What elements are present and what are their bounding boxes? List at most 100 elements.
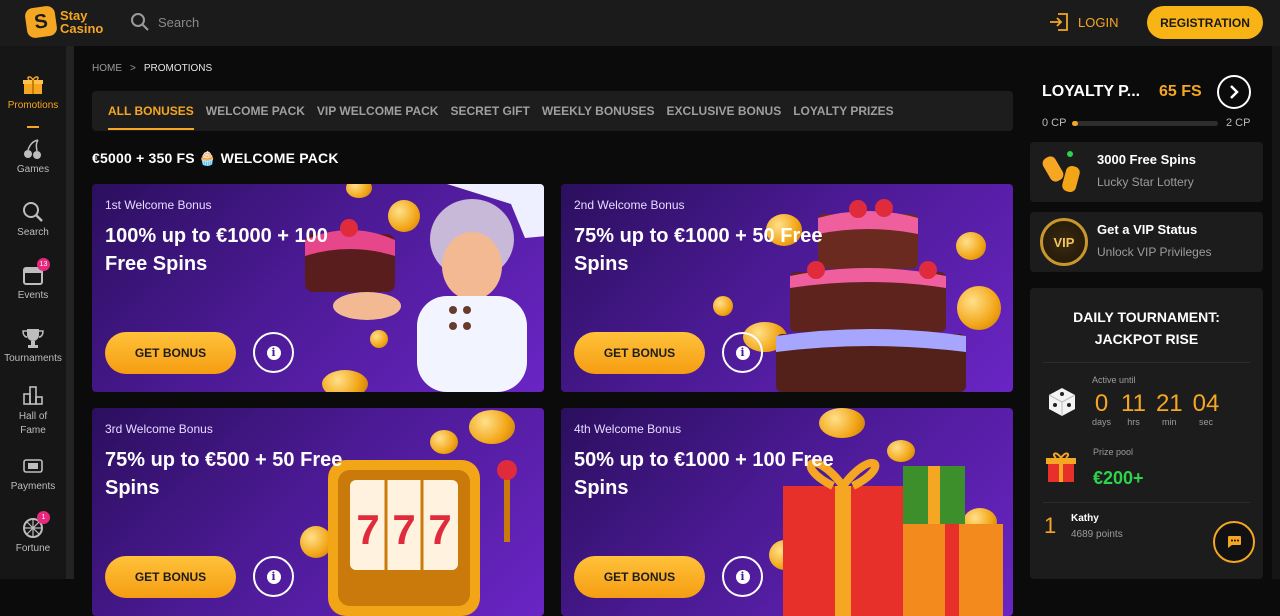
logo[interactable]: S Stay Casino [24,5,104,39]
info-icon: i [266,569,281,584]
search-icon [131,13,149,31]
get-bonus-button[interactable]: GET BONUS [574,556,705,598]
bonus-card-4: 4th Welcome Bonus 50% up to €1000 + 100 … [561,408,1013,616]
promo-title: 3000 Free Spins [1097,152,1196,167]
sidebar-item-tournaments[interactable]: Tournaments [0,327,66,364]
chat-icon [1228,536,1241,548]
prize-pool-label: Prize pool [1093,447,1134,457]
sidebar-item-promotions[interactable]: Promotions [0,74,66,111]
slot-reel-2: 7 [392,506,415,553]
get-bonus-button[interactable]: GET BONUS [574,332,705,374]
trophy-icon [22,327,44,349]
timer-value: 21 [1155,390,1183,417]
timer-unit: sec [1198,417,1213,427]
chef-illustration [305,184,544,392]
card-headline: 75% up to €1000 + 50 Free Spins [574,225,823,275]
coin-decoration [469,410,515,444]
info-icon: i [735,345,750,360]
info-button[interactable]: i [253,556,294,597]
sidebar-item-fortune[interactable]: 1 Fortune [0,511,66,554]
chevron-right-icon [1230,85,1239,99]
vip-icon: VIP [1040,218,1088,266]
tab-secret-gift[interactable]: SECRET GIFT [450,104,529,118]
active-until-label: Active until [1092,375,1136,385]
breadcrumb-current: PROMOTIONS [143,63,213,74]
loyalty-progress-bar [1072,121,1218,126]
timer-value: 0 [1094,390,1109,417]
info-button[interactable]: i [722,556,763,597]
promo-title: Get a VIP Status [1097,222,1198,237]
active-indicator [27,126,39,128]
slot-reel-3: 7 [428,506,451,553]
cp-max-label: 2 CP [1226,117,1251,129]
sidebar-item-hall-of-fame[interactable]: Hall of Fame [0,384,66,438]
sidebar-item-label: Tournaments [4,353,62,364]
tournament-title-line-2: JACKPOT RISE [1094,331,1199,347]
sidebar-scroll-rail[interactable] [66,46,74,579]
top-header: S Stay Casino Search LOGIN REGISTRATION [0,0,1280,46]
tournament-title[interactable]: DAILY TOURNAMENT: JACKPOT RISE [1030,306,1263,350]
bonus-tabs: ALL BONUSES WELCOME PACK VIP WELCOME PAC… [92,91,1013,131]
tab-all-bonuses[interactable]: ALL BONUSES [108,104,194,130]
gift-icon [22,74,44,96]
leader-points: 4689 points [1071,529,1123,540]
sidebar-item-events[interactable]: 13 Events [0,258,66,301]
tab-exclusive-bonus[interactable]: EXCLUSIVE BONUS [667,104,782,118]
calendar-icon: 13 [22,258,50,286]
breadcrumb-home[interactable]: HOME [92,63,122,74]
card-label: 3rd Welcome Bonus [105,422,213,436]
sidebar-item-search[interactable]: Search [0,201,66,238]
prize-pool-value: €200+ [1093,468,1144,488]
card-headline: 50% up to €1000 + 100 Free Spins [574,449,834,499]
logo-text-line-2: Casino [60,21,104,36]
cake-illustration [776,199,966,392]
tournament-title-line-1: DAILY TOURNAMENT: [1073,309,1220,325]
registration-button[interactable]: REGISTRATION [1147,6,1263,39]
sidebar-item-games[interactable]: Games [0,138,66,175]
events-badge: 13 [37,258,50,271]
card-label: 4th Welcome Bonus [574,422,682,436]
promo-card-vip[interactable]: VIP Get a VIP Status Unlock VIP Privileg… [1030,212,1263,272]
info-icon: i [266,345,281,360]
tab-loyalty-prizes[interactable]: LOYALTY PRIZES [793,104,893,118]
get-bonus-button[interactable]: GET BONUS [105,556,236,598]
header-search[interactable]: Search [130,12,199,32]
sidebar-item-label: Promotions [7,100,59,111]
loyalty-next-button[interactable] [1217,75,1251,109]
timer-unit: days [1092,417,1112,427]
podium-icon [22,384,44,406]
promo-card-free-spins[interactable]: 3000 Free Spins Lucky Star Lottery [1030,142,1263,202]
sidebar-item-label: Fortune [15,543,51,554]
timer-unit: min [1162,417,1177,427]
promo-subtitle: Lucky Star Lottery [1097,175,1194,189]
coin-decoration [819,408,865,438]
page-scrollbar[interactable] [1272,46,1280,579]
search-placeholder: Search [158,14,200,30]
sidebar-item-label: Games [16,164,50,175]
timer-days: 0 days [1092,390,1112,428]
search-icon [22,201,44,223]
breadcrumb-separator: > [130,63,136,74]
sidebar-item-label: Hall of Fame [18,411,48,436]
card-headline: 100% up to €1000 + 100 Free Spins [105,225,328,275]
info-button[interactable]: i [253,332,294,373]
info-button[interactable]: i [722,332,763,373]
promo-subtitle: Unlock VIP Privileges [1097,245,1212,259]
loyalty-title: LOYALTY P... [1042,83,1141,100]
tab-welcome-pack[interactable]: WELCOME PACK [206,104,305,118]
sidebar-item-payments[interactable]: Payments [0,455,66,492]
countdown-timer: 0 days 11 hrs 21 min 04 sec [1092,390,1219,428]
timer-value: 11 [1121,390,1146,417]
login-icon [1050,13,1068,31]
login-label: LOGIN [1078,14,1119,30]
tab-weekly-bonuses[interactable]: WEEKLY BONUSES [542,104,655,118]
divider [1043,362,1250,363]
leader-rank: 1 [1044,513,1057,538]
bonus-card-3: 7 7 7 3rd Welcome Bonus 75% up to €500 +… [92,408,544,616]
tab-vip-welcome-pack[interactable]: VIP WELCOME PACK [317,104,439,118]
wheel-icon: 1 [22,511,50,539]
chat-button[interactable] [1213,521,1255,563]
login-button[interactable]: LOGIN [1049,13,1118,31]
fortune-badge: 1 [37,511,50,524]
get-bonus-button[interactable]: GET BONUS [105,332,236,374]
